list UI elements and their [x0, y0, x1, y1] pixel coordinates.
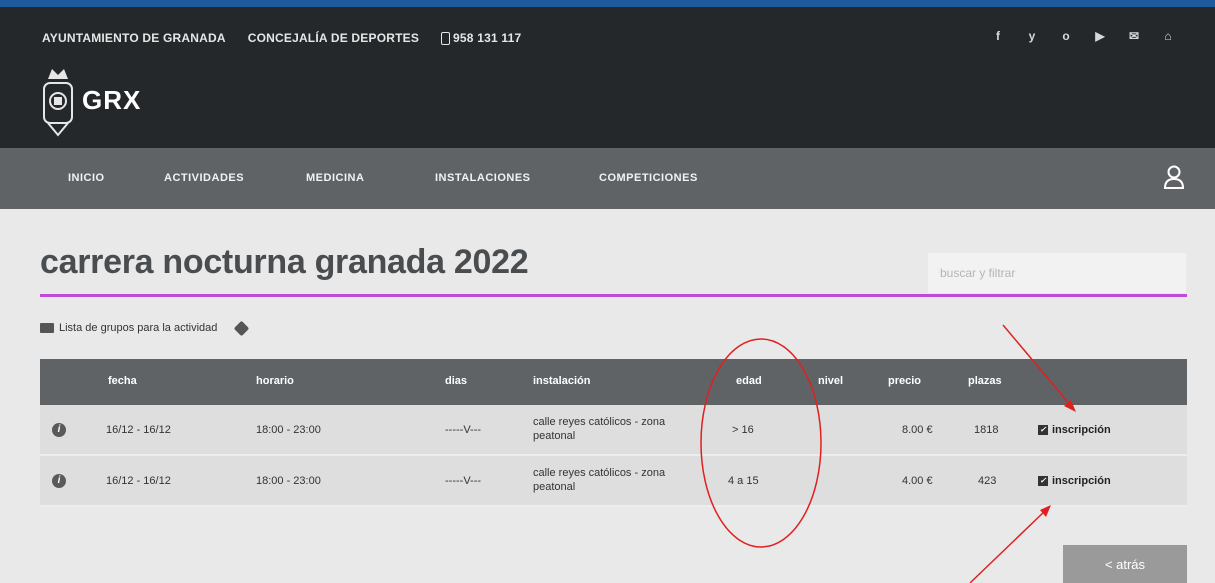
ayuntamiento-link[interactable]: AYUNTAMIENTO DE GRANADA	[42, 31, 226, 45]
main-nav: INICIO ACTIVIDADES MEDICINA INSTALACIONE…	[0, 148, 1215, 209]
groups-table: fecha horario dias instalación edad nive…	[40, 359, 1187, 507]
col-horario: horario	[256, 375, 294, 387]
table-row: i 16/12 - 16/12 18:00 - 23:00 -----V--- …	[40, 456, 1187, 507]
cell-edad: > 16	[732, 424, 754, 436]
nav-competiciones[interactable]: COMPETICIONES	[599, 172, 698, 184]
social-links: f y o ▶ ✉ ⌂	[991, 29, 1175, 43]
twitter-icon[interactable]: y	[1025, 29, 1039, 43]
checkbox-icon: ✓	[1038, 476, 1048, 486]
table-row: i 16/12 - 16/12 18:00 - 23:00 -----V--- …	[40, 405, 1187, 456]
inscripcion-label: inscripción	[1052, 475, 1111, 487]
col-plazas: plazas	[968, 375, 1002, 387]
info-icon[interactable]: i	[52, 423, 66, 437]
nav-actividades[interactable]: ACTIVIDADES	[164, 172, 244, 184]
inscripcion-link[interactable]: ✓ inscripción	[1038, 424, 1111, 436]
cell-dias: -----V---	[445, 475, 482, 487]
top-bar: AYUNTAMIENTO DE GRANADA CONCEJALÍA DE DE…	[0, 7, 1215, 65]
phone-text: 958 131 117	[453, 31, 522, 45]
youtube-icon[interactable]: ▶	[1093, 29, 1107, 43]
group-label-text: Lista de grupos para la actividad	[59, 322, 218, 334]
col-instalacion: instalación	[533, 375, 591, 387]
page-title: carrera nocturna granada 2022	[40, 243, 529, 281]
cell-horario: 18:00 - 23:00	[256, 475, 321, 487]
logo-text[interactable]: GRX	[82, 85, 141, 116]
cell-fecha: 16/12 - 16/12	[106, 475, 171, 487]
cell-plazas: 1818	[974, 424, 999, 436]
cell-fecha: 16/12 - 16/12	[106, 424, 171, 436]
instagram-icon[interactable]: o	[1059, 29, 1073, 43]
col-fecha: fecha	[108, 375, 137, 387]
user-icon[interactable]	[1163, 165, 1185, 189]
search-input[interactable]	[928, 253, 1186, 293]
cell-plazas: 423	[978, 475, 997, 487]
nav-instalaciones[interactable]: INSTALACIONES	[435, 172, 531, 184]
top-links: AYUNTAMIENTO DE GRANADA CONCEJALÍA DE DE…	[42, 31, 521, 45]
brand-header: GRX	[0, 65, 1215, 148]
title-underline	[40, 294, 1187, 297]
cell-instalacion: calle reyes católicos - zona peatonal	[533, 416, 666, 442]
cell-instalacion: calle reyes católicos - zona peatonal	[533, 467, 666, 493]
cell-dias: -----V---	[445, 424, 482, 436]
inscripcion-link[interactable]: ✓ inscripción	[1038, 475, 1111, 487]
folder-icon	[40, 323, 54, 333]
col-dias: dias	[445, 375, 468, 387]
top-accent-stripe	[0, 0, 1215, 7]
inscripcion-label: inscripción	[1052, 424, 1111, 436]
back-button[interactable]: < atrás	[1063, 545, 1187, 583]
phone-icon	[441, 31, 451, 45]
phone-number[interactable]: 958 131 117	[441, 31, 521, 45]
facebook-icon[interactable]: f	[991, 29, 1005, 43]
info-icon[interactable]: i	[52, 474, 66, 488]
nav-inicio[interactable]: INICIO	[68, 172, 105, 184]
cell-precio: 8.00 €	[902, 424, 933, 436]
concejalia-link[interactable]: CONCEJALÍA DE DEPORTES	[248, 31, 419, 45]
crest-icon[interactable]	[40, 65, 76, 141]
mail-icon[interactable]: ✉	[1127, 29, 1141, 43]
col-edad: edad	[736, 375, 762, 387]
tag-icon[interactable]	[234, 320, 250, 336]
home-icon[interactable]: ⌂	[1161, 29, 1175, 43]
col-precio: precio	[888, 375, 922, 387]
nav-medicina[interactable]: MEDICINA	[306, 172, 364, 184]
checkbox-icon: ✓	[1038, 425, 1048, 435]
group-list-label: Lista de grupos para la actividad	[40, 320, 250, 336]
annotation-arrow-bottom	[969, 509, 1047, 583]
cell-precio: 4.00 €	[902, 475, 933, 487]
cell-edad: 4 a 15	[728, 475, 759, 487]
col-nivel: nivel	[818, 375, 844, 387]
cell-horario: 18:00 - 23:00	[256, 424, 321, 436]
table-header: fecha horario dias instalación edad nive…	[40, 359, 1187, 405]
